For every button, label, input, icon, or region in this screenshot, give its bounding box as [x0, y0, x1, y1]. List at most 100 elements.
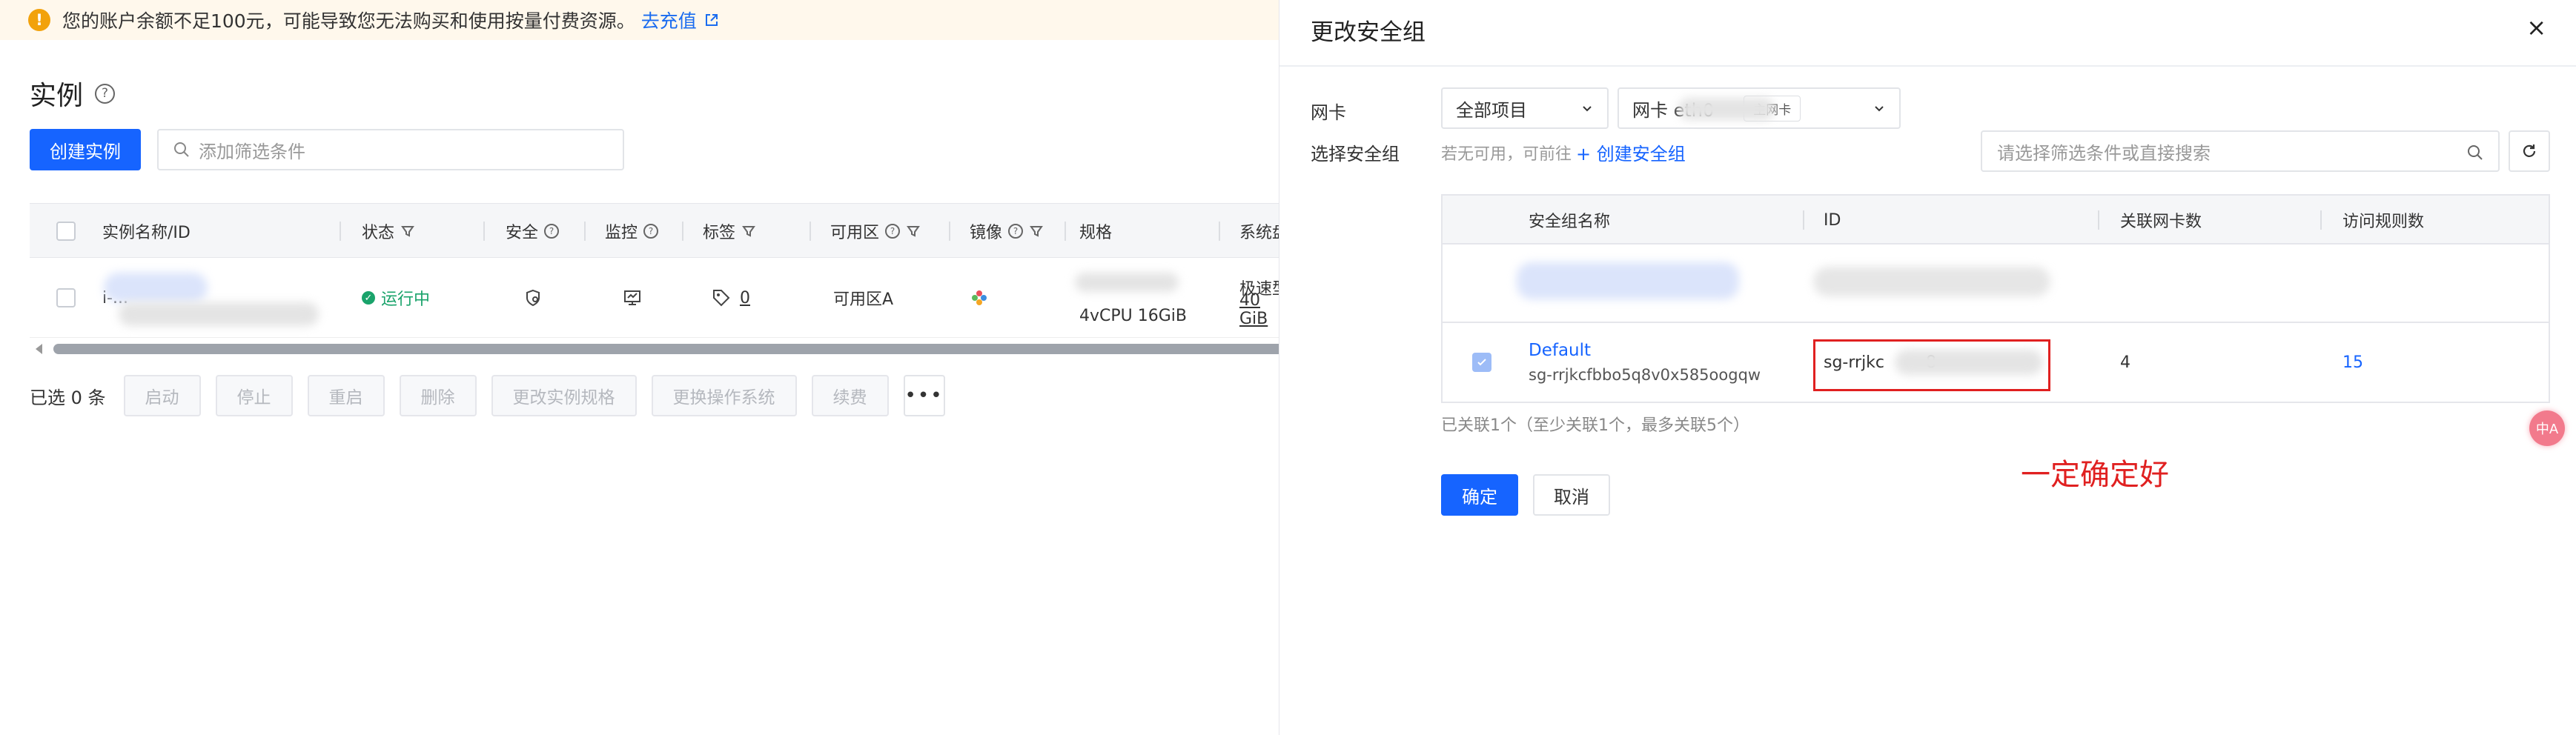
balance-warning-banner: ! 您的账户余额不足100元，可能导致您无法购买和使用按量付费资源。 去充值 [0, 0, 1279, 40]
red-annotation: 一定确定好 [2021, 458, 2169, 492]
cancel-button[interactable]: 取消 [1533, 474, 1610, 516]
shield-icon[interactable] [523, 288, 543, 307]
refresh-icon [2523, 144, 2536, 157]
os-logo-icon [972, 290, 987, 305]
change-spec-button[interactable]: 更改实例规格 [491, 375, 637, 416]
create-instance-button[interactable]: 创建实例 [30, 129, 141, 170]
col-monitor: 监控 ? [605, 204, 659, 259]
renew-button[interactable]: 续费 [811, 375, 889, 416]
selected-count: 已选 0 条 [30, 387, 106, 408]
filter-icon[interactable] [400, 224, 415, 239]
tags-cell[interactable]: 0 [712, 258, 750, 338]
col-sg-name: 安全组名称 [1529, 213, 1611, 231]
help-icon[interactable]: ? [1008, 224, 1024, 239]
close-icon[interactable]: × [2526, 13, 2546, 41]
col-status: 状态 [362, 204, 415, 259]
chevron-down-icon [1583, 106, 1592, 112]
col-sg-id: ID [1824, 210, 1841, 230]
drawer-divider [1279, 65, 2576, 67]
sg-name-cell: Default sg-rrjkcfbbo5q8v0x585oogqw [1529, 323, 1761, 402]
table-row[interactable]: i-... ✓运行中 0 可用区A [30, 258, 1279, 338]
banner-message: 您的账户余额不足100元，可能导致您无法购买和使用按量付费资源。 [62, 10, 635, 32]
sg-name-link[interactable]: Default [1529, 341, 1761, 360]
stop-button[interactable]: 停止 [215, 375, 293, 416]
redacted-blur [104, 273, 208, 302]
redacted-blur [119, 302, 319, 326]
zone-cell: 可用区A [833, 290, 894, 309]
confirm-button[interactable]: 确定 [1441, 474, 1518, 516]
page-title: 实例 ? [30, 74, 116, 113]
start-button[interactable]: 启动 [123, 375, 201, 416]
row-checkbox[interactable] [56, 258, 76, 338]
image-cell [970, 258, 989, 338]
more-actions-button[interactable]: ••• [903, 375, 945, 416]
refresh-button[interactable] [2509, 130, 2550, 172]
checkbox-checked[interactable] [1472, 353, 1491, 372]
help-icon[interactable]: ? [95, 83, 116, 104]
tag-icon [713, 290, 730, 307]
translate-icon[interactable]: 中A [2529, 410, 2565, 446]
filter-icon[interactable] [906, 224, 921, 239]
linked-count-note: 已关联1个（至少关联1个，最多关联5个） [1441, 416, 1749, 435]
redacted-blur [1813, 267, 2050, 296]
security-group-table: 安全组名称 ID 关联网卡数 访问规则数 Default sg-rrjkcfbb… [1441, 194, 2550, 403]
instance-page: ! 您的账户余额不足100元，可能导致您无法购买和使用按量付费资源。 去充值 实… [0, 0, 1279, 735]
redacted-blur [1678, 98, 1775, 120]
check-icon: ✓ [362, 291, 375, 305]
table-row[interactable] [1443, 245, 2549, 323]
restart-button[interactable]: 重启 [307, 375, 385, 416]
instance-table: 实例名称/ID 状态 安全 ? 监控 ? 标签 可用区 ? 镜像 ? 规格 系统… [30, 203, 1279, 338]
col-nic-count: 关联网卡数 [2120, 213, 2202, 231]
table-row[interactable]: Default sg-rrjkcfbbo5q8v0x585oogqw sg-rr… [1443, 323, 2549, 402]
col-zone: 可用区 ? [830, 204, 921, 259]
help-icon[interactable]: ? [544, 224, 560, 239]
id-highlight-box [1813, 339, 2050, 391]
sg-search-input[interactable]: 请选择筛选条件或直接搜索 [1981, 130, 2500, 172]
col-rule-count: 访问规则数 [2342, 213, 2425, 231]
filter-icon[interactable] [741, 224, 756, 239]
redacted-blur [1517, 262, 1739, 299]
search-icon [174, 142, 189, 157]
change-os-button[interactable]: 更换操作系统 [651, 375, 797, 416]
help-icon[interactable]: ? [885, 224, 901, 239]
security-group-label: 选择安全组 [1311, 144, 1400, 164]
rule-count-cell[interactable]: 15 [2342, 323, 2363, 402]
recharge-link[interactable]: 去充值 [641, 7, 697, 33]
sg-sub-id: sg-rrjkcfbbo5q8v0x585oogqw [1529, 366, 1761, 384]
chevron-down-icon [1875, 106, 1884, 112]
monitor-icon[interactable] [623, 288, 642, 307]
external-link-icon[interactable] [704, 13, 719, 27]
change-security-group-drawer: 更改安全组 × 网卡 全部项目 网卡 eth0 主网卡 选择安全组 若无可用，可… [1279, 0, 2576, 735]
sg-table-header: 安全组名称 ID 关联网卡数 访问规则数 [1443, 196, 2549, 245]
search-icon[interactable] [2467, 144, 2483, 161]
check-icon [1477, 359, 1486, 366]
create-security-group-link[interactable]: + 创建安全组 [1576, 139, 1686, 165]
filter-input[interactable]: 添加筛选条件 [157, 129, 624, 170]
nic-label: 网卡 [1311, 102, 1346, 123]
warning-icon: ! [28, 9, 50, 31]
project-select[interactable]: 全部项目 [1441, 87, 1609, 129]
status-running: ✓ 运行中 [362, 258, 430, 338]
table-header: 实例名称/ID 状态 安全 ? 监控 ? 标签 可用区 ? 镜像 ? 规格 系统 [30, 203, 1279, 258]
col-spec: 规格 [1079, 224, 1113, 242]
monitor-cell[interactable] [623, 258, 642, 338]
nic-count-cell: 4 [2120, 353, 2130, 372]
delete-button[interactable]: 删除 [399, 375, 477, 416]
disk-size[interactable]: 40 GiB [1239, 270, 1279, 350]
scroll-left-arrow[interactable] [36, 344, 42, 354]
filter-icon[interactable] [1029, 224, 1044, 239]
col-image: 镜像 ? [970, 204, 1044, 259]
col-security: 安全 ? [506, 204, 560, 259]
security-cell[interactable] [523, 258, 543, 338]
col-tags: 标签 [703, 204, 756, 259]
scroll-thumb[interactable] [53, 344, 1279, 354]
col-name: 实例名称/ID [102, 224, 191, 242]
select-all-checkbox[interactable] [56, 204, 76, 259]
row-checkbox[interactable] [1472, 323, 1491, 402]
bulk-action-toolbar: 已选 0 条 启动 停止 重启 删除 更改实例规格 更换操作系统 续费 ••• [30, 375, 945, 416]
drawer-title: 更改安全组 [1311, 19, 1426, 46]
help-icon[interactable]: ? [643, 224, 659, 239]
nic-select[interactable]: 网卡 eth0 主网卡 [1618, 87, 1901, 129]
horizontal-scrollbar[interactable] [30, 342, 1279, 356]
create-hint: 若无可用，可前往 + 创建安全组 [1441, 139, 1686, 165]
